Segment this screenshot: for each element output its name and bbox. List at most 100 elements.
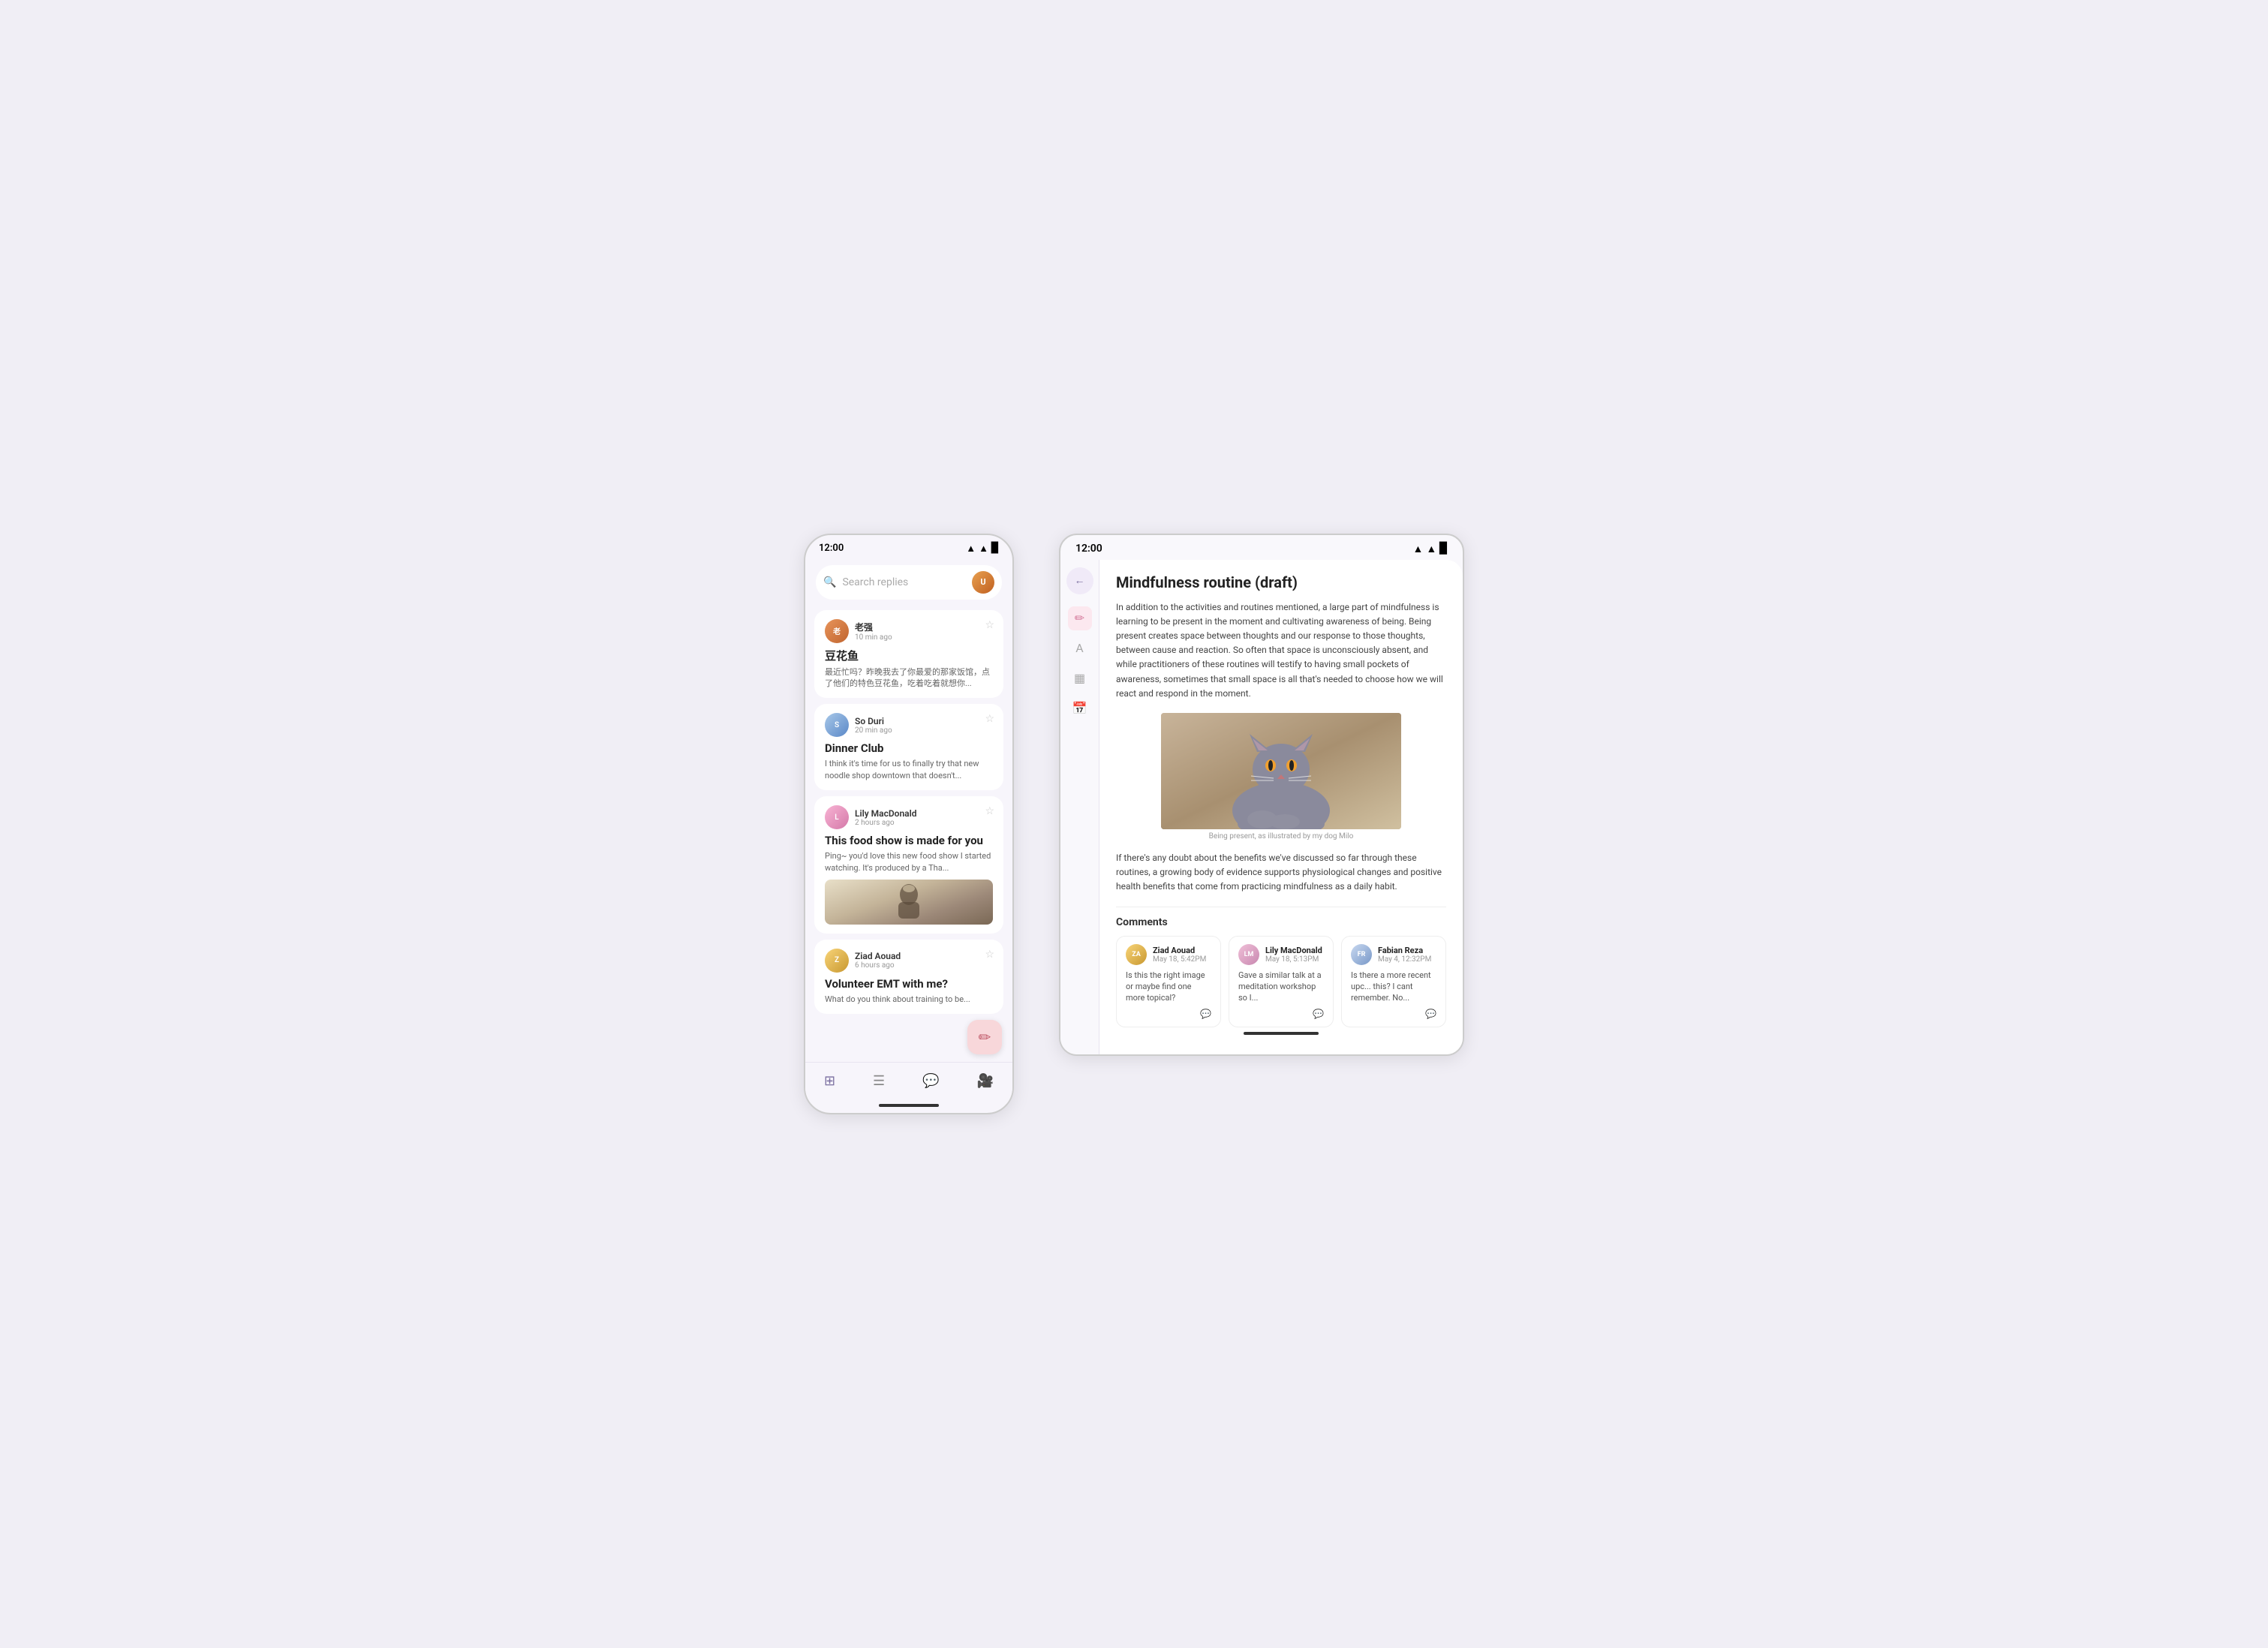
article-image [1161, 713, 1401, 829]
comment-avatar-1: ZA [1126, 944, 1147, 965]
article-body-2: If there's any doubt about the benefits … [1116, 851, 1446, 895]
tablet-battery-icon: ▉ [1439, 543, 1448, 555]
msg-meta-1: 老强 10 min ago [855, 621, 892, 642]
tablet-sidebar: ← ✏ A ▦ 📅 [1060, 560, 1099, 1054]
tablet-status-icons: ▲ ▲ ▉ [1413, 543, 1448, 555]
comment-avatar-3: FR [1351, 944, 1372, 965]
avatar-initial: Z [835, 956, 839, 964]
home-indicator [879, 1104, 939, 1107]
star-button-3[interactable]: ☆ [985, 805, 994, 817]
search-icon: 🔍 [823, 576, 836, 588]
battery-icon: ▉ [991, 543, 999, 554]
msg-time-4: 6 hours ago [855, 961, 901, 970]
message-card-3[interactable]: L Lily MacDonald 2 hours ago ☆ This food… [814, 796, 1003, 934]
cat-image-svg [1161, 713, 1401, 829]
phone-device: 12:00 ▲ ▲ ▉ 🔍 Search replies U 老 [804, 534, 1014, 1115]
image-tool-icon: ▦ [1074, 671, 1085, 685]
text-tool-icon: A [1075, 641, 1083, 655]
comment-reply-icon-3[interactable]: 💬 [1425, 1009, 1436, 1019]
msg-sender-2: So Duri [855, 716, 892, 726]
tablet-device: 12:00 ▲ ▲ ▉ ← ✏ A ▦ [1059, 534, 1464, 1056]
sidebar-pencil-tool[interactable]: ✏ [1068, 606, 1092, 630]
comment-actions-2: 💬 [1238, 1009, 1324, 1019]
phone-status-icons: ▲ ▲ ▉ [966, 543, 999, 555]
sidebar-calendar-tool[interactable]: 📅 [1068, 696, 1092, 720]
comment-text-1: Is this the right image or maybe find on… [1126, 970, 1211, 1004]
comment-header-1: ZA Ziad Aouad May 18, 5:42PM [1126, 944, 1211, 965]
avatar-soduri: S [825, 713, 849, 737]
message-header-4: Z Ziad Aouad 6 hours ago [825, 949, 993, 973]
comment-header-3: FR Fabian Reza May 4, 12:32PM [1351, 944, 1436, 965]
msg-preview-4: What do you think about training to be..… [825, 994, 993, 1005]
nav-chat-icon[interactable]: 💬 [916, 1070, 945, 1092]
comment-avatar-initial-3: FR [1358, 951, 1366, 958]
msg-title-3: This food show is made for you [825, 834, 993, 847]
pencil-tool-icon: ✏ [1075, 611, 1084, 625]
msg-image-thumb [825, 880, 993, 925]
comment-actions-3: 💬 [1351, 1009, 1436, 1019]
sidebar-text-tool[interactable]: A [1068, 636, 1092, 660]
msg-sender-1: 老强 [855, 621, 892, 633]
tablet-main-area: ← ✏ A ▦ 📅 Mindfulness routine (draft) In [1060, 560, 1463, 1054]
msg-time-2: 20 min ago [855, 726, 892, 735]
list-item[interactable]: 老 老强 10 min ago ☆ 豆花鱼 最近忙吗？昨晚我去了你最爱的那家饭馆… [805, 607, 1012, 702]
comment-meta-1: Ziad Aouad May 18, 5:42PM [1153, 946, 1206, 964]
star-button-4[interactable]: ☆ [985, 949, 994, 961]
compose-fab-button[interactable]: ✏ [967, 1020, 1002, 1054]
sidebar-image-tool[interactable]: ▦ [1068, 666, 1092, 690]
star-button-1[interactable]: ☆ [985, 619, 994, 631]
nav-list-icon[interactable]: ☰ [867, 1070, 891, 1092]
message-card-2[interactable]: S So Duri 20 min ago ☆ Dinner Club I thi… [814, 704, 1003, 790]
comment-date-1: May 18, 5:42PM [1153, 955, 1206, 964]
user-avatar-initial: U [980, 577, 985, 587]
comment-text-2: Gave a similar talk at a meditation work… [1238, 970, 1324, 1004]
article-body-1: In addition to the activities and routin… [1116, 600, 1446, 701]
article-content: Mindfulness routine (draft) In addition … [1099, 560, 1463, 1054]
nav-video-icon[interactable]: 🎥 [971, 1070, 1000, 1092]
msg-image-content [825, 880, 993, 925]
list-item[interactable]: Z Ziad Aouad 6 hours ago ☆ Volunteer EMT… [805, 937, 1012, 1017]
comment-reply-icon-2[interactable]: 💬 [1313, 1009, 1324, 1019]
comments-section: Comments ZA Ziad Aouad May 18, 5:42PM [1116, 907, 1446, 1027]
comment-reply-icon-1[interactable]: 💬 [1200, 1009, 1211, 1019]
comment-avatar-initial-2: LM [1244, 951, 1254, 958]
msg-time-1: 10 min ago [855, 633, 892, 642]
comment-card-1[interactable]: ZA Ziad Aouad May 18, 5:42PM Is this the… [1116, 936, 1221, 1027]
tablet-wifi-icon: ▲ [1413, 543, 1424, 555]
msg-title-2: Dinner Club [825, 741, 993, 755]
msg-time-3: 2 hours ago [855, 819, 917, 827]
back-button[interactable]: ← [1066, 567, 1093, 594]
comments-list: ZA Ziad Aouad May 18, 5:42PM Is this the… [1116, 936, 1446, 1027]
message-card-1[interactable]: 老 老强 10 min ago ☆ 豆花鱼 最近忙吗？昨晚我去了你最爱的那家饭馆… [814, 610, 1003, 699]
back-icon: ← [1075, 574, 1085, 587]
phone-bottom-nav: ⊞ ☰ 💬 🎥 [805, 1062, 1012, 1104]
chef-silhouette [886, 881, 931, 922]
phone-status-bar: 12:00 ▲ ▲ ▉ [805, 535, 1012, 559]
avatar-initial: 老 [833, 625, 841, 636]
comment-meta-2: Lily MacDonald May 18, 5:13PM [1265, 946, 1322, 964]
list-item[interactable]: L Lily MacDonald 2 hours ago ☆ This food… [805, 793, 1012, 937]
message-header-2: S So Duri 20 min ago [825, 713, 993, 737]
msg-preview-1: 最近忙吗？昨晚我去了你最爱的那家饭馆，点了他们的特色豆花鱼，吃着吃着就想你... [825, 666, 993, 690]
comment-avatar-2: LM [1238, 944, 1259, 965]
phone-time: 12:00 [819, 543, 844, 554]
avatar-lily: L [825, 805, 849, 829]
comments-heading: Comments [1116, 916, 1446, 928]
article-title: Mindfulness routine (draft) [1116, 573, 1446, 591]
scene: 12:00 ▲ ▲ ▉ 🔍 Search replies U 老 [759, 489, 1509, 1160]
message-card-4[interactable]: Z Ziad Aouad 6 hours ago ☆ Volunteer EMT… [814, 940, 1003, 1014]
message-header-1: 老 老强 10 min ago [825, 619, 993, 643]
comment-text-3: Is there a more recent upc... this? I ca… [1351, 970, 1436, 1004]
star-button-2[interactable]: ☆ [985, 713, 994, 725]
message-list: 老 老强 10 min ago ☆ 豆花鱼 最近忙吗？昨晚我去了你最爱的那家饭馆… [805, 607, 1012, 1018]
search-bar[interactable]: 🔍 Search replies U [816, 565, 1002, 600]
avatar-laozhan: 老 [825, 619, 849, 643]
comment-card-2[interactable]: LM Lily MacDonald May 18, 5:13PM Gave a … [1229, 936, 1334, 1027]
tablet-signal-icon: ▲ [1426, 543, 1436, 555]
list-item[interactable]: S So Duri 20 min ago ☆ Dinner Club I thi… [805, 701, 1012, 793]
comment-date-2: May 18, 5:13PM [1265, 955, 1322, 964]
search-input[interactable]: Search replies [842, 576, 966, 588]
nav-grid-icon[interactable]: ⊞ [818, 1070, 841, 1092]
avatar-ziad: Z [825, 949, 849, 973]
comment-card-3[interactable]: FR Fabian Reza May 4, 12:32PM Is there a… [1341, 936, 1446, 1027]
